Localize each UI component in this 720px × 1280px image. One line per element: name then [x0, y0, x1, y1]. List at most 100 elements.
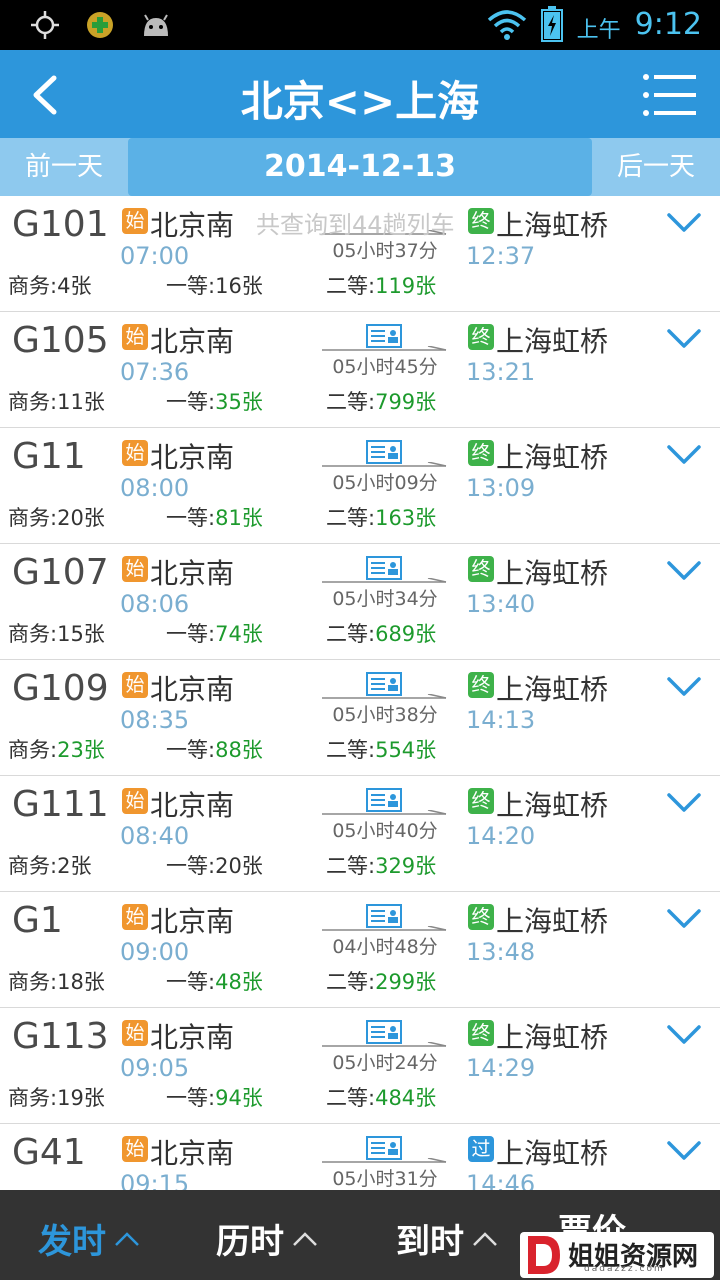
seat-first: 一等:81张	[166, 502, 263, 532]
chevron-down-icon[interactable]	[666, 1024, 702, 1046]
train-number: G105	[12, 320, 109, 361]
to-station: 上海虹桥	[496, 673, 609, 706]
travel-duration: 05小时37分	[332, 240, 438, 262]
train-row[interactable]: G11 始北京南 08:00 05小时09分 终上海虹桥 13:09 商务:20张 一等:81…	[0, 428, 720, 544]
seat-second-count: 484张	[375, 1086, 437, 1110]
train-row[interactable]: G111 始北京南 08:40 05小时40分 终上海虹桥 14:20 商务:2张 一等:20…	[0, 776, 720, 892]
from-station: 北京南	[150, 789, 235, 822]
ticket-icon	[366, 1020, 402, 1044]
start-station-badge: 始	[122, 904, 148, 930]
end-station-badge: 终	[468, 440, 494, 466]
chevron-down-icon[interactable]	[666, 676, 702, 698]
seat-business-label: 商务:	[8, 1086, 58, 1110]
seat-first: 一等:88张	[166, 734, 263, 764]
seat-second: 二等:554张	[326, 734, 436, 764]
page-title: 北京<>上海	[240, 77, 480, 126]
end-station-badge: 终	[468, 788, 494, 814]
seat-second: 二等:163张	[326, 502, 436, 532]
chevron-down-icon[interactable]	[666, 212, 702, 234]
seat-first-label: 一等:	[166, 390, 216, 414]
ticket-icon	[366, 324, 402, 348]
next-day-button[interactable]: 后一天	[592, 138, 720, 196]
chevron-down-icon[interactable]	[666, 444, 702, 466]
arrival-time: 14:20	[466, 822, 536, 850]
sort-duration-label: 历时	[216, 1222, 284, 1262]
to-station: 上海虹桥	[496, 1021, 609, 1054]
menu-button[interactable]	[642, 72, 698, 118]
seat-first: 一等:20张	[166, 850, 263, 880]
from-station: 北京南	[150, 905, 235, 938]
status-time: 9:12	[634, 6, 702, 42]
seat-second-label: 二等:	[326, 738, 376, 762]
train-number: G11	[12, 436, 86, 477]
seat-business: 商务:23张	[8, 734, 105, 764]
from-station: 北京南	[150, 325, 235, 358]
arrival-time: 12:37	[466, 242, 536, 270]
travel-duration: 05小时24分	[332, 1052, 438, 1074]
sort-duration-button[interactable]: 历时	[216, 1214, 318, 1263]
train-row[interactable]: G107 始北京南 08:06 05小时34分 终上海虹桥 13:40 商务:15张 一等:7…	[0, 544, 720, 660]
seat-business-count: 19张	[57, 1086, 105, 1110]
train-row[interactable]: G1 始北京南 09:00 04小时48分 终上海虹桥 13:48 商务:18张 一等:48张…	[0, 892, 720, 1008]
end-station-badge: 终	[468, 324, 494, 350]
travel-duration: 04小时48分	[332, 936, 438, 958]
from-station: 北京南	[150, 209, 235, 242]
seat-first-count: 35张	[215, 390, 263, 414]
seat-first-label: 一等:	[166, 274, 216, 298]
watermark-logo: 姐姐资源网 dadazzz.com	[520, 1232, 714, 1278]
seat-first-label: 一等:	[166, 622, 216, 646]
to-station: 上海虹桥	[496, 789, 609, 822]
departure-time: 09:00	[120, 938, 190, 966]
arrival-time: 13:48	[466, 938, 536, 966]
prev-day-button[interactable]: 前一天	[0, 138, 128, 196]
chevron-down-icon[interactable]	[666, 328, 702, 350]
train-number: G107	[12, 552, 109, 593]
seat-business: 商务:2张	[8, 850, 91, 880]
seat-first-count: 81张	[215, 506, 263, 530]
result-count-toast: 共查询到44趟列车	[256, 211, 455, 239]
train-row[interactable]: G105 始北京南 07:36 05小时45分 终上海虹桥 13:21 商务:11张 一等:3…	[0, 312, 720, 428]
ticket-icon	[366, 788, 402, 812]
from-station: 北京南	[150, 557, 235, 590]
seat-second-count: 299张	[375, 970, 437, 994]
chevron-down-icon[interactable]	[666, 560, 702, 582]
notification-icons	[30, 10, 172, 40]
chevron-down-icon[interactable]	[666, 1140, 702, 1162]
status-bar: 上午 9:12	[0, 0, 720, 50]
from-station: 北京南	[150, 1021, 235, 1054]
arrival-time: 13:21	[466, 358, 536, 386]
departure-time: 07:36	[120, 358, 190, 386]
chevron-down-icon[interactable]	[666, 792, 702, 814]
chevron-up-icon	[293, 1231, 317, 1246]
seat-business-label: 商务:	[8, 970, 58, 994]
to-station: 上海虹桥	[496, 209, 609, 242]
seat-first-label: 一等:	[166, 506, 216, 530]
ticket-icon	[366, 1136, 402, 1160]
seat-second-count: 554张	[375, 738, 437, 762]
seat-second: 二等:329张	[326, 850, 436, 880]
train-row[interactable]: G109 始北京南 08:35 05小时38分 终上海虹桥 14:13 商务:23张 一等:8…	[0, 660, 720, 776]
chevron-down-icon[interactable]	[666, 908, 702, 930]
wifi-icon	[487, 10, 526, 40]
train-number: G109	[12, 668, 109, 709]
android-icon	[144, 14, 168, 36]
date-selector[interactable]: 2014-12-13	[128, 138, 592, 196]
seat-second-label: 二等:	[326, 622, 376, 646]
app-plus-icon	[87, 12, 113, 38]
sort-departure-label: 发时	[38, 1222, 106, 1262]
seat-business: 商务:4张	[8, 270, 91, 300]
arrival-time: 13:40	[466, 590, 536, 618]
sort-arrival-button[interactable]: 到时	[396, 1214, 498, 1263]
start-station-badge: 始	[122, 208, 148, 234]
ticket-icon	[366, 556, 402, 580]
seat-second-label: 二等:	[326, 390, 376, 414]
train-row[interactable]: G113 始北京南 09:05 05小时24分 终上海虹桥 14:29 商务:19张 一等:9…	[0, 1008, 720, 1124]
seat-business: 商务:15张	[8, 618, 105, 648]
seat-first-label: 一等:	[166, 1086, 216, 1110]
seat-first-count: 74张	[215, 622, 263, 646]
arrival-time: 13:09	[466, 474, 536, 502]
departure-time: 08:35	[120, 706, 190, 734]
sort-departure-button[interactable]: 发时	[38, 1214, 140, 1263]
seat-first: 一等:16张	[166, 270, 263, 300]
seat-first-count: 88张	[215, 738, 263, 762]
